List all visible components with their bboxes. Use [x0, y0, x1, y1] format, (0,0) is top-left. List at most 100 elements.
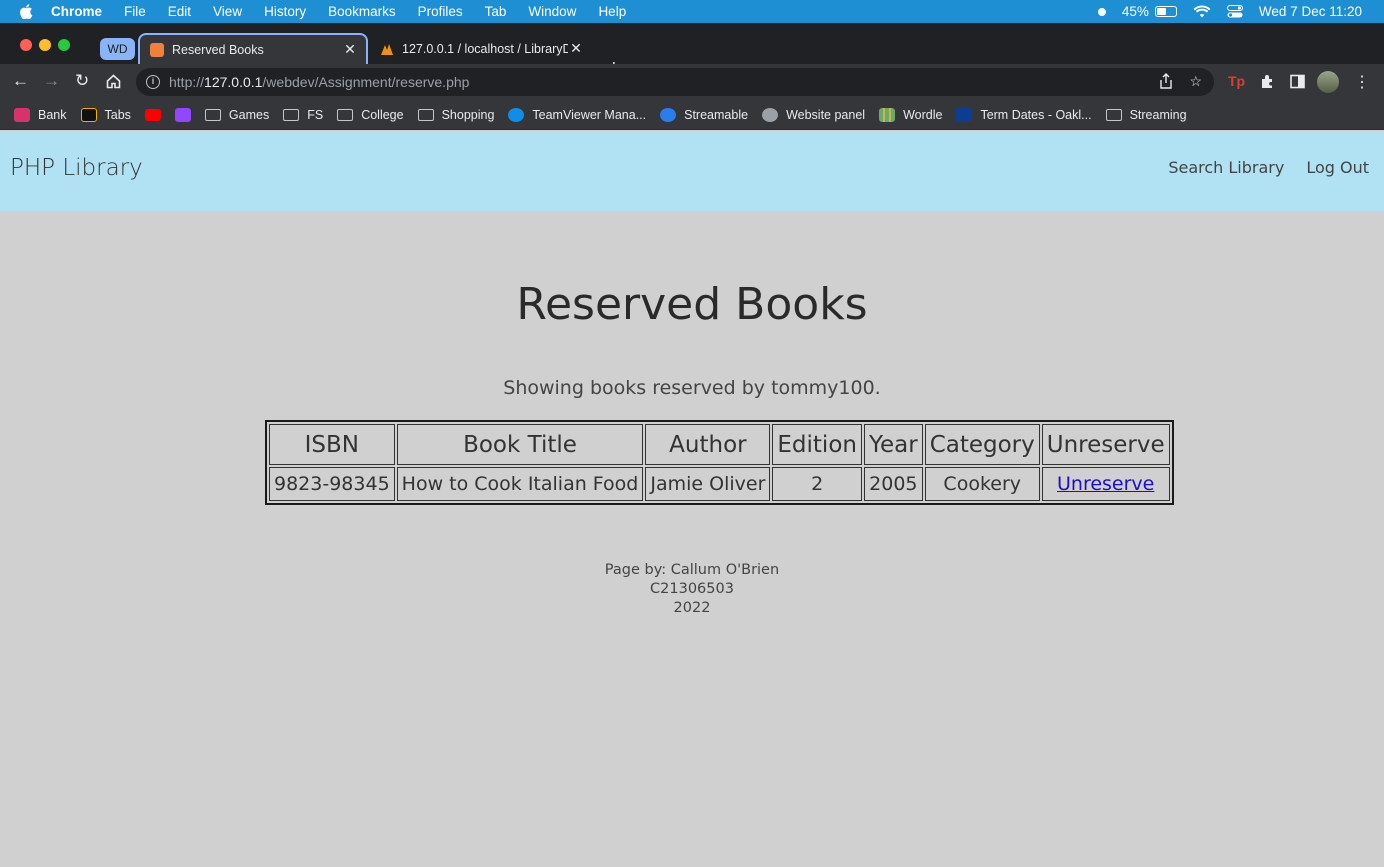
tab-reserved-books[interactable]: Reserved Books ✕	[138, 33, 368, 64]
tp-extension-icon[interactable]: Tp	[1228, 73, 1245, 89]
folder-icon	[204, 108, 221, 121]
oakland-icon	[956, 107, 973, 122]
menu-view[interactable]: View	[213, 4, 242, 19]
search-library-link[interactable]: Search Library	[1168, 158, 1284, 177]
footer-author: Page by: Callum O'Brien	[604, 562, 780, 578]
bookmark-label: Streamable	[684, 107, 749, 122]
unreserve-link[interactable]: Unreserve	[1057, 473, 1154, 495]
phpmyadmin-favicon-icon	[381, 43, 393, 55]
menu-history[interactable]: History	[264, 4, 306, 19]
address-bar[interactable]: i http://127.0.0.1/webdev/Assignment/res…	[136, 68, 1214, 96]
page-title: Reserved Books	[516, 279, 868, 330]
menu-app-chrome[interactable]: Chrome	[51, 4, 102, 19]
back-arrow-icon[interactable]: ←	[12, 72, 29, 90]
streamable-icon	[660, 107, 677, 122]
bookmark-bank[interactable]: Bank	[14, 107, 67, 122]
column-header-unreserve: Unreserve	[1041, 424, 1170, 465]
bookmark-label: College	[361, 107, 404, 122]
bookmark-folder-games[interactable]: Games	[204, 107, 270, 122]
folder-icon	[337, 108, 354, 121]
tab-title: Reserved Books	[172, 42, 264, 57]
log-out-link[interactable]: Log Out	[1306, 158, 1369, 177]
bookmark-wordle[interactable]: Wordle	[879, 107, 943, 122]
menu-tab[interactable]: Tab	[485, 4, 507, 19]
bookmark-folder-fs[interactable]: FS	[283, 108, 323, 122]
battery-status[interactable]: 45%	[1122, 4, 1177, 19]
bookmark-star-icon[interactable]: ☆	[1189, 73, 1202, 90]
close-tab-icon[interactable]: ✕	[568, 40, 584, 57]
bookmark-folder-shopping[interactable]: Shopping	[417, 107, 495, 122]
bookmark-term-dates[interactable]: Term Dates - Oakl...	[956, 107, 1092, 122]
globe-icon	[762, 107, 779, 122]
more-menu-icon[interactable]: ⋮	[1354, 72, 1370, 92]
table-header-row: ISBN Book Title Author Edition Year Cate…	[269, 424, 1170, 465]
tab-group-label[interactable]: WD	[100, 38, 135, 60]
url-host: 127.0.0.1	[204, 74, 263, 90]
profile-avatar[interactable]	[1317, 71, 1339, 93]
menu-help[interactable]: Help	[598, 4, 626, 19]
bookmark-label: Bank	[38, 107, 67, 122]
menu-window[interactable]: Window	[528, 4, 576, 19]
close-tab-icon[interactable]: ✕	[342, 41, 358, 58]
url-text[interactable]: http://127.0.0.1/webdev/Assignment/reser…	[169, 74, 469, 90]
column-header-edition: Edition	[772, 424, 862, 465]
folder-icon	[283, 108, 300, 121]
bookmark-twitch[interactable]	[174, 107, 199, 122]
browser-toolbar: ← → ↻ i http://127.0.0.1/webdev/Assignme…	[0, 64, 1384, 100]
bookmark-teamviewer[interactable]: TeamViewer Mana...	[508, 107, 646, 122]
url-prefix: http://	[169, 74, 205, 90]
menu-file[interactable]: File	[124, 4, 146, 19]
tabs-g-icon	[80, 107, 97, 122]
forward-arrow-icon[interactable]: →	[43, 72, 60, 90]
bookmark-label: Streaming	[1129, 107, 1187, 122]
battery-fill	[1156, 8, 1166, 15]
bookmark-label: Shopping	[441, 107, 495, 122]
battery-percent: 45%	[1121, 4, 1149, 19]
site-brand[interactable]: PHP Library	[10, 155, 143, 181]
macos-menubar: Chrome File Edit View History Bookmarks …	[0, 0, 1384, 23]
bookmarks-bar: Bank Tabs Games FS College Shopping Team…	[0, 100, 1384, 130]
cell-year: 2005	[863, 467, 923, 501]
bookmark-label: Wordle	[903, 107, 943, 122]
bookmark-label: Tabs	[104, 107, 131, 122]
bookmark-website-panel[interactable]: Website panel	[762, 107, 866, 122]
bookmark-folder-streaming[interactable]: Streaming	[1105, 107, 1187, 122]
bookmark-label: Games	[228, 107, 270, 122]
apple-icon[interactable]	[19, 4, 33, 19]
clock[interactable]: Wed 7 Dec 11:20	[1259, 4, 1362, 19]
column-header-category: Category	[924, 424, 1040, 465]
extensions-puzzle-icon[interactable]	[1260, 74, 1275, 89]
minimize-window-button[interactable]	[39, 39, 51, 51]
cell-unreserve: Unreserve	[1041, 467, 1170, 501]
youtube-icon	[144, 108, 161, 121]
cell-book-title: How to Cook Italian Food	[396, 467, 644, 501]
twitch-icon	[174, 107, 191, 122]
url-path: /webdev/Assignment/reserve.php	[262, 74, 470, 90]
bookmark-folder-college[interactable]: College	[337, 107, 404, 122]
side-panel-icon[interactable]	[1290, 74, 1305, 89]
control-center-icon[interactable]	[1226, 5, 1243, 18]
close-window-button[interactable]	[20, 39, 32, 51]
web-page: PHP Library Search Library Log Out Reser…	[0, 131, 1384, 867]
menu-profiles[interactable]: Profiles	[418, 4, 463, 19]
bookmark-tabs[interactable]: Tabs	[80, 107, 131, 122]
cell-author: Jamie Oliver	[645, 467, 771, 501]
reservations-table: ISBN Book Title Author Edition Year Cate…	[265, 420, 1174, 505]
bookmark-label: Term Dates - Oakl...	[980, 107, 1092, 122]
wifi-icon[interactable]	[1193, 5, 1211, 18]
bookmark-label: Website panel	[786, 107, 866, 122]
bookmark-streamable[interactable]: Streamable	[660, 107, 749, 122]
menu-bookmarks[interactable]: Bookmarks	[328, 4, 396, 19]
tab-phpmyadmin[interactable]: 127.0.0.1 / localhost / LibraryDB ✕	[370, 33, 592, 64]
share-icon[interactable]	[1159, 73, 1173, 89]
site-info-icon[interactable]: i	[146, 75, 160, 89]
reload-icon[interactable]: ↻	[75, 72, 89, 90]
home-icon[interactable]	[106, 74, 121, 89]
reservations-table-wrapper: ISBN Book Title Author Edition Year Cate…	[265, 420, 1174, 505]
bookmark-youtube[interactable]	[144, 108, 169, 121]
column-header-isbn: ISBN	[269, 424, 395, 465]
maximize-window-button[interactable]	[58, 39, 70, 51]
recording-indicator-icon[interactable]	[1097, 7, 1106, 16]
menu-edit[interactable]: Edit	[168, 4, 191, 19]
column-header-book-title: Book Title	[396, 424, 644, 465]
